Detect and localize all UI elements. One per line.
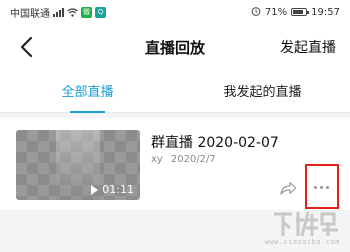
- tab-my-lives[interactable]: 我发起的直播: [175, 68, 350, 112]
- status-right: 71% 19:57: [251, 5, 340, 19]
- highlight-annotation: [305, 164, 339, 209]
- app-notification-icon: Q: [95, 6, 106, 18]
- item-author: xy: [151, 154, 163, 165]
- item-date: 2020/2/7: [170, 154, 216, 165]
- signal-icon: [53, 7, 64, 17]
- duration-badge: 01:11: [91, 183, 134, 196]
- video-thumbnail[interactable]: 01:11: [16, 130, 140, 200]
- tab-label: 全部直播: [61, 84, 114, 100]
- battery-icon: [291, 8, 310, 16]
- battery-percent: 71%: [264, 6, 288, 18]
- status-bar: 中国联通 微 Q 71% 19:57: [0, 0, 350, 26]
- tab-all-lives[interactable]: 全部直播: [0, 68, 175, 112]
- status-left: 中国联通 微 Q: [10, 5, 106, 20]
- share-icon[interactable]: [279, 180, 297, 196]
- replay-list: 01:11 群直播 2020-02-07 xy 2020/2/7: [0, 118, 350, 210]
- video-duration: 01:11: [102, 183, 134, 196]
- watermark-url: www.xiazaiba.com: [264, 238, 340, 246]
- carrier-label: 中国联通: [10, 8, 50, 20]
- nav-bar: 直播回放 发起直播: [0, 26, 350, 68]
- active-tab-indicator: [70, 111, 105, 113]
- tab-bar: 全部直播 我发起的直播: [0, 68, 350, 113]
- start-live-button[interactable]: 发起直播: [280, 37, 336, 57]
- item-title: 群直播 2020-02-07: [151, 135, 279, 151]
- status-time: 19:57: [311, 6, 340, 18]
- alarm-icon: [251, 6, 261, 19]
- wechat-icon: 微: [81, 6, 92, 18]
- tab-label: 我发起的直播: [223, 84, 302, 100]
- wifi-icon: [67, 7, 78, 17]
- play-icon: [91, 184, 99, 195]
- chevron-left-icon[interactable]: [18, 36, 38, 58]
- item-meta: xy 2020/2/7: [151, 154, 216, 165]
